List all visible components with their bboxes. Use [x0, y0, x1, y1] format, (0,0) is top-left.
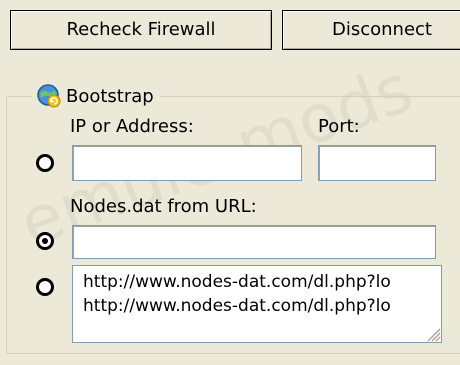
globe-refresh-icon [37, 84, 61, 108]
resize-grip-icon[interactable] [423, 324, 441, 342]
list-item[interactable]: http://www.nodes-dat.com/dl.php?lo [83, 272, 391, 292]
ip-address-label: IP or Address: [70, 116, 194, 137]
port-label: Port: [318, 116, 360, 137]
port-field[interactable] [318, 145, 436, 181]
ip-address-field[interactable] [72, 145, 302, 181]
nodes-dat-label: Nodes.dat from URL: [70, 196, 257, 217]
url-list[interactable]: http://www.nodes-dat.com/dl.php?lo http:… [72, 265, 442, 343]
nodes-dat-url-field[interactable] [72, 225, 436, 259]
recheck-firewall-button[interactable]: Recheck Firewall [10, 10, 272, 50]
nodes-dat-url-radio[interactable] [36, 232, 54, 250]
ip-address-radio[interactable] [36, 154, 54, 172]
url-list-radio[interactable] [36, 278, 54, 296]
disconnect-button[interactable]: Disconnect [282, 10, 460, 50]
bootstrap-title: Bootstrap [66, 85, 154, 107]
bootstrap-legend: Bootstrap [32, 84, 160, 108]
list-item[interactable]: http://www.nodes-dat.com/dl.php?lo [83, 296, 391, 316]
